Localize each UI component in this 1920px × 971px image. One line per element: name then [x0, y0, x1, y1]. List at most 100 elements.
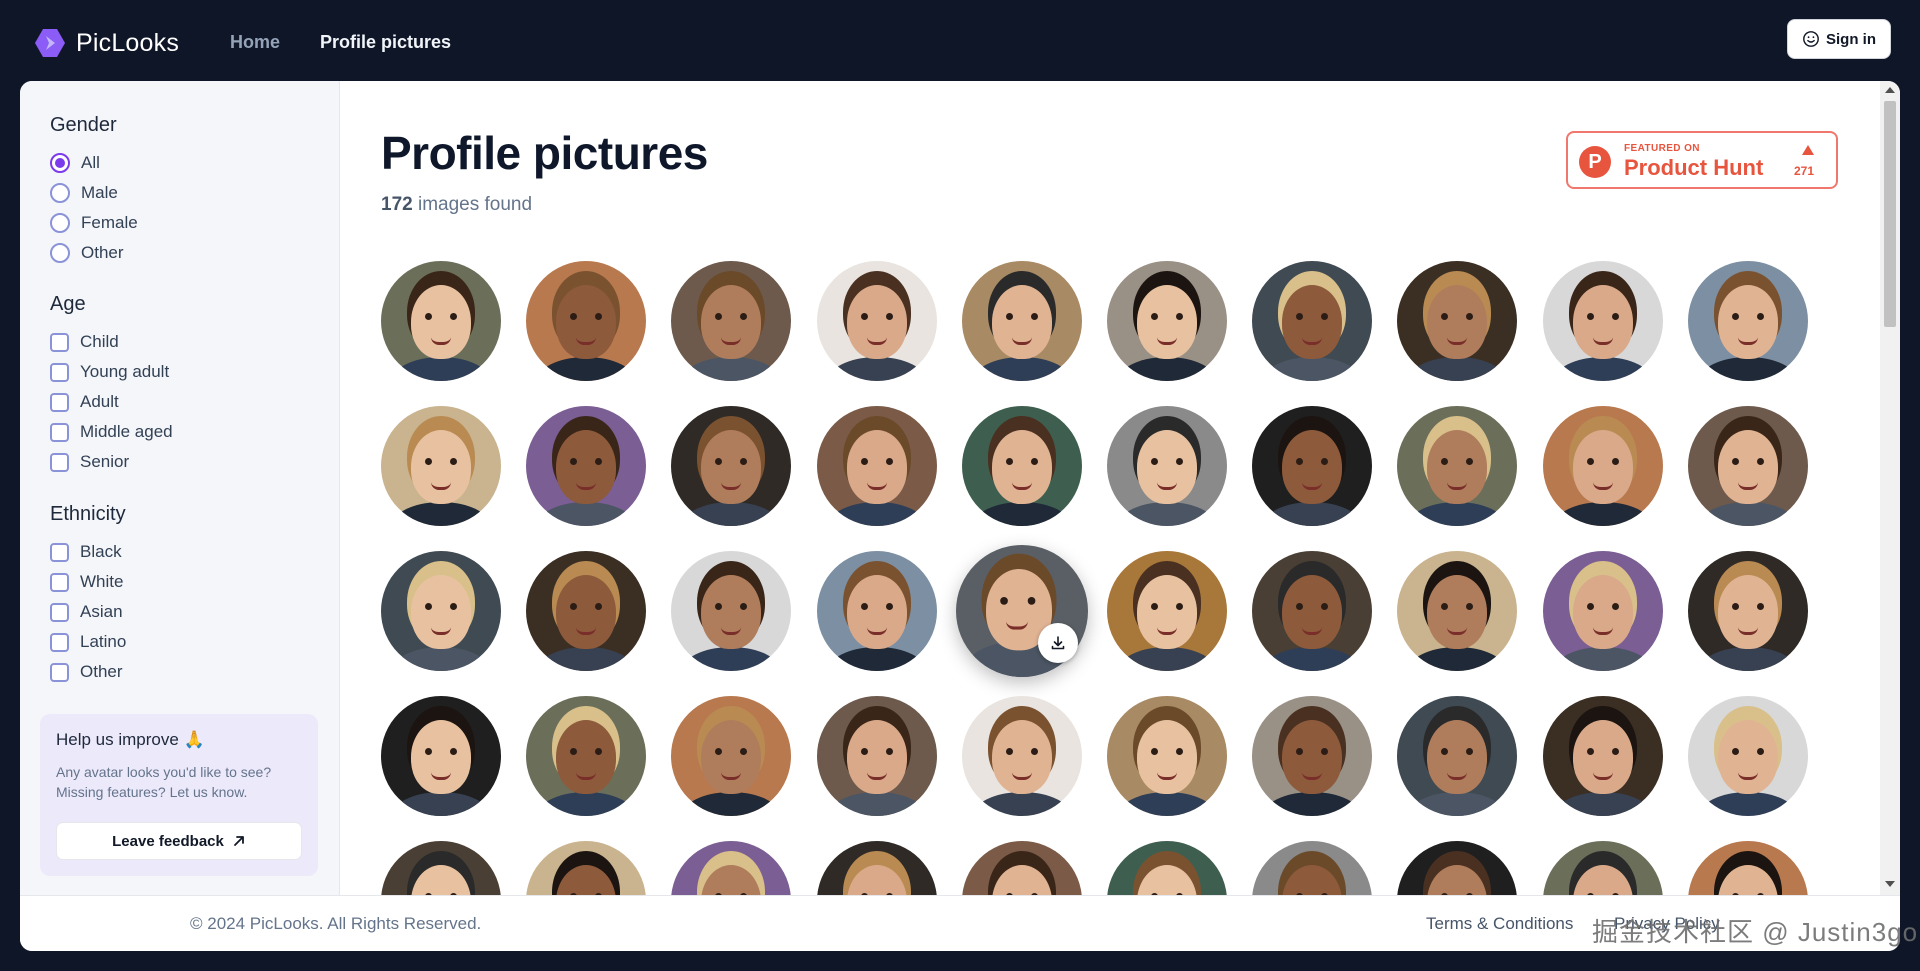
- vertical-scrollbar[interactable]: [1880, 81, 1900, 895]
- profile-picture[interactable]: [1397, 696, 1518, 816]
- profile-picture[interactable]: [1542, 406, 1663, 526]
- profile-picture[interactable]: [1397, 841, 1518, 895]
- avatar-eyes: [1004, 748, 1040, 756]
- checkbox[interactable]: [50, 362, 69, 382]
- radio-button[interactable]: [50, 243, 70, 263]
- radio-button[interactable]: [50, 213, 70, 233]
- profile-picture[interactable]: [1687, 406, 1808, 526]
- profile-picture[interactable]: [1252, 696, 1373, 816]
- profile-picture[interactable]: [526, 261, 647, 381]
- checkbox[interactable]: [50, 422, 69, 442]
- leave-feedback-button[interactable]: Leave feedback: [56, 822, 302, 860]
- age-option-adult[interactable]: Adult: [50, 387, 173, 417]
- profile-picture[interactable]: [816, 696, 937, 816]
- profile-picture[interactable]: [1542, 261, 1663, 381]
- avatar-shoulders: [826, 357, 927, 381]
- checkbox[interactable]: [50, 332, 69, 352]
- profile-picture[interactable]: [1687, 696, 1808, 816]
- download-button[interactable]: [1037, 623, 1078, 663]
- profile-picture[interactable]: [961, 841, 1082, 895]
- gender-option-male[interactable]: Male: [50, 178, 138, 208]
- profile-picture[interactable]: [671, 841, 792, 895]
- avatar-face: [411, 430, 471, 504]
- profile-picture[interactable]: [1687, 261, 1808, 381]
- profile-picture[interactable]: [1252, 841, 1373, 895]
- profile-picture[interactable]: [381, 696, 501, 816]
- checkbox[interactable]: [50, 602, 69, 622]
- avatar-shoulders: [391, 502, 491, 526]
- avatar-shoulders: [536, 647, 637, 671]
- profile-picture[interactable]: [816, 261, 937, 381]
- profile-picture[interactable]: [961, 406, 1082, 526]
- scroll-down-arrow-icon[interactable]: [1885, 881, 1895, 887]
- profile-picture[interactable]: [816, 406, 937, 526]
- profile-picture[interactable]: [381, 406, 501, 526]
- profile-picture[interactable]: [1397, 261, 1518, 381]
- gender-option-all[interactable]: All: [50, 148, 138, 178]
- profile-picture[interactable]: [671, 696, 792, 816]
- profile-picture[interactable]: [671, 406, 792, 526]
- brand-name: PicLooks: [76, 28, 180, 57]
- avatar-face: [556, 285, 617, 359]
- profile-picture[interactable]: [381, 841, 501, 895]
- terms-link[interactable]: Terms & Conditions: [1426, 914, 1573, 934]
- age-option-child[interactable]: Child: [50, 327, 173, 357]
- checkbox[interactable]: [50, 542, 69, 562]
- profile-picture[interactable]: [1107, 696, 1227, 816]
- product-hunt-badge[interactable]: P FEATURED ON Product Hunt 271: [1566, 131, 1838, 189]
- checkbox[interactable]: [50, 452, 69, 472]
- profile-picture[interactable]: [1252, 406, 1373, 526]
- profile-picture[interactable]: [1107, 261, 1227, 381]
- radio-button[interactable]: [50, 183, 70, 203]
- checkbox[interactable]: [50, 392, 69, 412]
- ethnicity-option-other[interactable]: Other: [50, 657, 126, 687]
- ethnicity-option-latino[interactable]: Latino: [50, 627, 126, 657]
- nav-profile-pictures-link[interactable]: Profile pictures: [320, 32, 451, 53]
- ethnicity-option-white[interactable]: White: [50, 567, 126, 597]
- avatar-eyes: [1149, 458, 1185, 466]
- option-label: Asian: [80, 602, 123, 621]
- profile-picture[interactable]: [526, 406, 647, 526]
- profile-picture[interactable]: [526, 551, 647, 671]
- profile-picture[interactable]: [1542, 841, 1663, 895]
- profile-picture[interactable]: [1252, 551, 1373, 671]
- checkbox[interactable]: [50, 662, 69, 682]
- profile-picture[interactable]: [816, 551, 937, 671]
- avatar-face: [1427, 575, 1488, 649]
- profile-picture[interactable]: [671, 551, 792, 671]
- profile-picture[interactable]: [1397, 406, 1518, 526]
- profile-picture[interactable]: [1252, 261, 1373, 381]
- profile-picture[interactable]: [1107, 841, 1227, 895]
- profile-picture[interactable]: [961, 696, 1082, 816]
- profile-picture[interactable]: [961, 261, 1082, 381]
- age-option-young-adult[interactable]: Young adult: [50, 357, 173, 387]
- profile-picture[interactable]: [1542, 696, 1663, 816]
- nav-home-link[interactable]: Home: [230, 32, 280, 53]
- scroll-up-arrow-icon[interactable]: [1885, 87, 1895, 93]
- sign-in-button[interactable]: Sign in: [1787, 19, 1891, 59]
- gender-option-female[interactable]: Female: [50, 208, 138, 238]
- checkbox[interactable]: [50, 632, 69, 652]
- profile-picture[interactable]: [1687, 841, 1808, 895]
- profile-picture[interactable]: [526, 696, 647, 816]
- checkbox[interactable]: [50, 572, 69, 592]
- profile-picture[interactable]: [1687, 551, 1808, 671]
- profile-picture[interactable]: [1397, 551, 1518, 671]
- ethnicity-option-asian[interactable]: Asian: [50, 597, 126, 627]
- profile-picture[interactable]: [1107, 551, 1227, 671]
- radio-button[interactable]: [50, 153, 70, 173]
- age-option-middle-aged[interactable]: Middle aged: [50, 417, 173, 447]
- ethnicity-option-black[interactable]: Black: [50, 537, 126, 567]
- scrollbar-thumb[interactable]: [1884, 101, 1896, 327]
- profile-picture[interactable]: [381, 261, 501, 381]
- gender-option-other[interactable]: Other: [50, 238, 138, 268]
- profile-picture[interactable]: [381, 551, 501, 671]
- age-option-senior[interactable]: Senior: [50, 447, 173, 477]
- profile-picture[interactable]: [526, 841, 647, 895]
- profile-picture[interactable]: [671, 261, 792, 381]
- profile-picture[interactable]: [1107, 406, 1227, 526]
- profile-picture[interactable]: [1542, 551, 1663, 671]
- brand-logo[interactable]: PicLooks: [34, 27, 179, 59]
- profile-picture[interactable]: [816, 841, 937, 895]
- ethnicity-filter-title: Ethnicity: [50, 503, 126, 525]
